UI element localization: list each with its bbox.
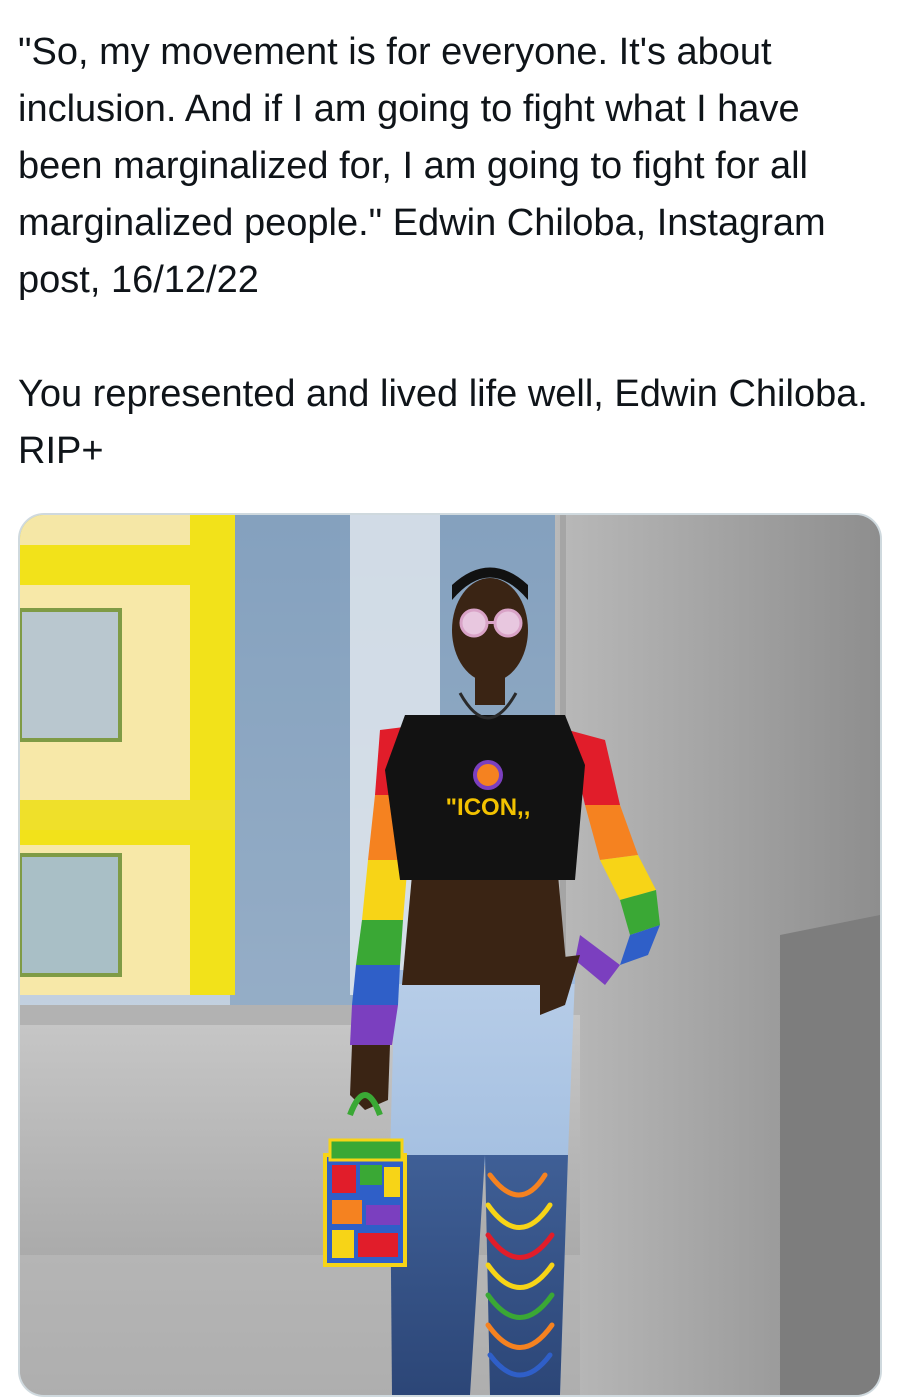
tweet-text: "So, my movement is for everyone. It's a… [18,24,888,480]
shirt-print-text: "ICON,, [446,794,531,821]
tweet-paragraph-quote: "So, my movement is for everyone. It's a… [18,31,837,301]
photo-illustration: "ICON,, [20,515,880,1395]
tweet-photo[interactable]: "ICON,, [18,513,882,1397]
pendant-icon [473,760,503,790]
tweet-paragraph-tribute: You represented and lived life well, Edw… [18,373,879,472]
